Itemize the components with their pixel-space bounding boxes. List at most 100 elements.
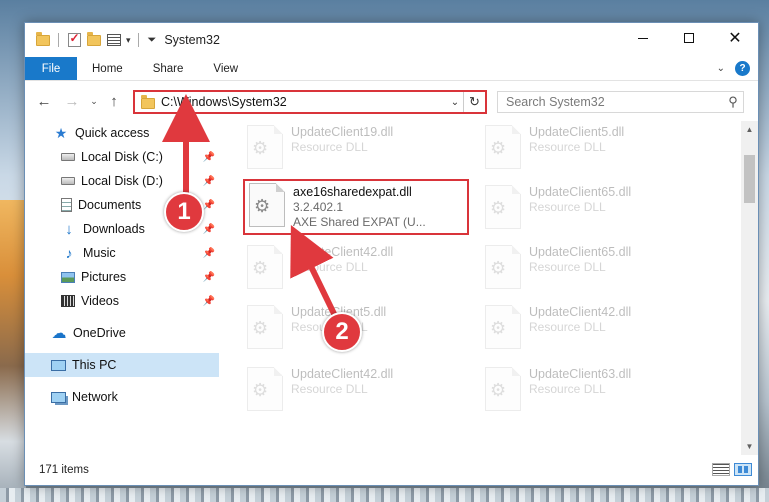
toolbar-divider [58,33,59,47]
disk-icon [61,177,75,185]
new-folder-icon[interactable] [86,31,102,48]
dll-file-icon [485,125,521,169]
sidebar-item-label: Documents [78,198,142,212]
sidebar-item-pictures[interactable]: Pictures 📌 [25,265,219,289]
file-name: UpdateClient65.dll [529,185,632,199]
dll-file-icon [247,305,283,349]
close-icon: ✕ [728,30,742,47]
tab-share[interactable]: Share [138,57,199,80]
dll-file-icon [247,125,283,169]
file-item[interactable]: UpdateClient65.dllResource DLL [481,181,707,237]
pin-icon[interactable]: 📌 [203,248,215,259]
navigation-pane: ★ Quick access Local Disk (C:) 📌 Local D… [25,121,221,455]
expand-ribbon-icon[interactable]: ⌄ [717,63,725,74]
toolbar-divider [137,33,139,47]
video-icon [61,295,75,307]
sidebar-item-quick-access[interactable]: ★ Quick access [25,121,219,145]
status-bar: 171 items [25,455,758,485]
pictures-icon [61,271,75,283]
file-type: Resource DLL [529,140,606,154]
file-name: UpdateClient65.dll [529,245,632,259]
pin-icon[interactable]: 📌 [203,200,215,211]
recent-locations-icon[interactable]: ⌄ [87,96,101,107]
search-box[interactable]: ⚲ [497,91,744,113]
sidebar-item-videos[interactable]: Videos 📌 [25,289,219,313]
sidebar-item-label: Local Disk (D:) [81,174,163,188]
computer-icon [51,359,66,371]
dll-file-icon [247,367,283,411]
customize-toolbar-icon[interactable]: ⏷ [148,34,157,47]
sidebar-item-network[interactable]: Network [25,385,219,409]
close-button[interactable]: ✕ [712,23,758,53]
file-explorer-window: ▾ ⏷ System32 ✕ File Home Share View ⌄ ? … [24,22,759,486]
file-item[interactable]: UpdateClient5.dllResource DLL [481,121,707,177]
minimize-icon [638,37,648,39]
maximize-button[interactable] [666,23,712,53]
properties-icon[interactable] [106,32,122,48]
minimize-button[interactable] [620,23,666,53]
file-description: AXE Shared EXPAT (U... [293,215,426,229]
help-icon[interactable]: ? [735,61,750,76]
vertical-scrollbar[interactable]: ▲ ▼ [741,121,758,455]
file-item[interactable]: UpdateClient65.dllResource DLL [481,241,707,297]
dll-file-icon [485,185,521,229]
tab-view[interactable]: View [198,57,253,80]
up-arrow-icon[interactable]: ↑ [103,93,125,110]
file-name: UpdateClient63.dll [529,367,632,381]
address-path[interactable]: C:\Windows\System32 [161,95,447,109]
desktop-wallpaper-bottom [0,488,769,502]
view-switcher [712,463,752,476]
item-count: 171 items [39,464,89,476]
folder-icon [141,95,155,109]
file-item-highlighted[interactable]: axe16sharedexpat.dll 3.2.402.1 AXE Share… [243,179,469,235]
address-bar[interactable]: C:\Windows\System32 ⌄ ↻ [133,90,487,114]
properties-check-icon[interactable] [66,31,82,48]
sidebar-item-local-disk-d[interactable]: Local Disk (D:) 📌 [25,169,219,193]
network-icon [51,391,66,403]
file-type: Resource DLL [529,320,606,334]
file-type: Resource DLL [291,382,368,396]
refresh-icon[interactable]: ↻ [463,92,485,112]
disk-icon [61,153,75,161]
tab-file[interactable]: File [25,57,77,80]
file-item[interactable]: UpdateClient42.dllResource DLL [243,363,469,419]
scrollbar-thumb[interactable] [744,155,755,203]
forward-arrow-icon[interactable]: → [61,93,83,110]
pin-icon[interactable]: 📌 [203,176,215,187]
quick-access-dropdown-icon[interactable]: ▾ [126,35,131,46]
details-view-icon[interactable] [712,463,730,476]
music-icon: ♪ [65,245,73,261]
download-icon: ↓ [65,220,73,238]
address-dropdown-icon[interactable]: ⌄ [447,97,463,108]
large-icons-view-icon[interactable] [734,463,752,476]
back-arrow-icon[interactable]: ← [33,93,55,110]
pin-icon[interactable]: 📌 [203,272,215,283]
sidebar-item-label: OneDrive [73,326,126,340]
pin-icon[interactable]: 📌 [203,224,215,235]
quick-access-toolbar: ▾ ⏷ [25,31,157,48]
sidebar-item-onedrive[interactable]: ☁ OneDrive [25,321,219,345]
sidebar-item-local-disk-c[interactable]: Local Disk (C:) 📌 [25,145,219,169]
sidebar-item-this-pc[interactable]: This PC [25,353,219,377]
document-icon [61,198,72,212]
sidebar-item-label: Local Disk (C:) [81,150,163,164]
ribbon-right-controls: ⌄ ? [717,61,750,76]
navigation-bar: ← → ⌄ ↑ C:\Windows\System32 ⌄ ↻ ⚲ [25,81,758,121]
sidebar-item-label: Downloads [83,222,145,236]
ribbon-tabs: File Home Share View ⌄ ? [25,57,758,81]
scroll-up-icon[interactable]: ▲ [741,121,758,138]
pin-icon[interactable]: 📌 [203,152,215,163]
file-item[interactable]: UpdateClient42.dllResource DLL [481,301,707,357]
pin-icon[interactable]: 📌 [203,296,215,307]
file-item[interactable]: UpdateClient63.dllResource DLL [481,363,707,419]
sidebar-item-music[interactable]: ♪ Music 📌 [25,241,219,265]
file-item[interactable]: UpdateClient19.dllResource DLL [243,121,469,177]
file-type: Resource DLL [529,200,606,214]
search-input[interactable] [498,95,723,109]
sidebar-item-label: Pictures [81,270,127,284]
tab-home[interactable]: Home [77,57,138,80]
search-icon[interactable]: ⚲ [723,94,743,110]
dll-file-icon [485,367,521,411]
scroll-down-icon[interactable]: ▼ [741,438,758,455]
file-item[interactable]: UpdateClient42.dllResource DLL [243,241,469,297]
